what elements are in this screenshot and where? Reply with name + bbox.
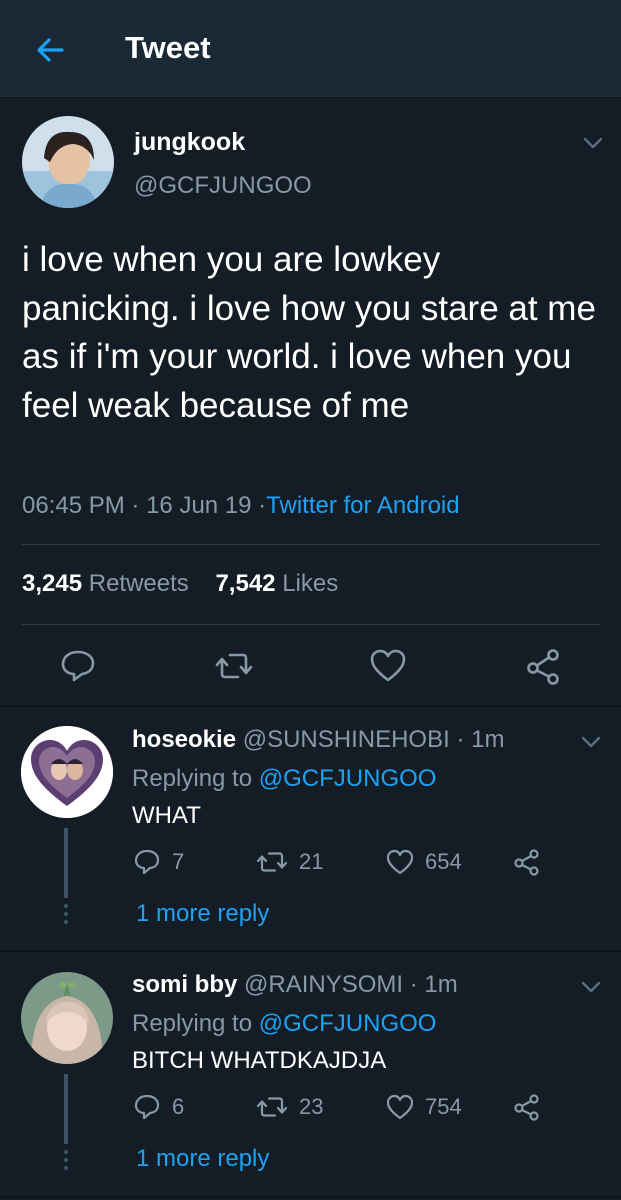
replying-to-handle[interactable]: @GCFJUNGOO — [259, 765, 437, 792]
likes-label: Likes — [282, 570, 339, 597]
thread-line — [64, 828, 68, 898]
top-bar: Tweet — [0, 0, 621, 98]
tweet-meta: 06:45 PM · 16 Jun 19 ·Twitter for Androi… — [22, 492, 460, 520]
avatar[interactable] — [22, 116, 114, 208]
like-count: 754 — [425, 1094, 462, 1119]
reply-icon[interactable] — [58, 646, 98, 686]
divider — [22, 544, 600, 545]
page-title: Tweet — [125, 30, 211, 65]
separator: · — [258, 492, 267, 519]
retweet-icon — [256, 1097, 288, 1117]
divider — [0, 705, 621, 707]
more-replies-link[interactable]: 1 more reply — [136, 900, 269, 928]
like-count: 654 — [425, 849, 462, 874]
replying-to-label: Replying to — [132, 765, 253, 792]
heart-photo-icon — [21, 726, 113, 818]
retweet-count: 23 — [299, 1094, 324, 1119]
retweet-icon[interactable] — [214, 646, 254, 686]
reply-author-handle[interactable]: @SUNSHINEHOBI — [243, 726, 450, 753]
like-action[interactable]: 754 — [385, 1092, 462, 1122]
author-handle[interactable]: @GCFJUNGOO — [134, 172, 312, 200]
tweet-stats: 3,245 Retweets 7,542 Likes — [22, 570, 338, 598]
reply-header: somi bby @RAINYSOMI · 1m — [132, 971, 458, 999]
share-icon[interactable] — [512, 1092, 542, 1122]
replying-to: Replying to @GCFJUNGOO — [132, 765, 436, 793]
replying-to: Replying to @GCFJUNGOO — [132, 1010, 436, 1038]
chevron-down-icon[interactable] — [581, 131, 605, 155]
reply-author-name[interactable]: somi bby — [132, 971, 237, 998]
chevron-down-icon[interactable] — [579, 730, 603, 754]
reply-author-name[interactable]: hoseokie — [132, 726, 236, 753]
thread-dots — [62, 1150, 70, 1174]
retweet-count: 21 — [299, 849, 324, 874]
tweet-source-link[interactable]: Twitter for Android — [266, 492, 459, 519]
reply-count: 7 — [172, 849, 185, 874]
thread-dots — [62, 904, 70, 928]
share-icon[interactable] — [512, 847, 542, 877]
heart-icon — [386, 849, 414, 875]
back-arrow-icon[interactable] — [30, 30, 70, 70]
replying-to-label: Replying to — [132, 1010, 253, 1037]
reply-count: 6 — [172, 1094, 185, 1119]
retweet-action[interactable]: 23 — [255, 1092, 323, 1122]
reply-text: WHAT — [132, 802, 201, 829]
reply-action[interactable]: 7 — [132, 847, 184, 877]
retweets-label: Retweets — [88, 570, 189, 597]
reply-icon — [134, 1094, 160, 1120]
reply-time: · 1m — [456, 726, 505, 753]
chevron-down-icon[interactable] — [579, 975, 603, 999]
reply-icon — [134, 849, 160, 875]
avatar[interactable] — [21, 726, 113, 818]
avatar-photo-icon — [21, 972, 113, 1064]
avatar[interactable] — [21, 972, 113, 1064]
separator: · — [131, 492, 140, 519]
retweet-action[interactable]: 21 — [255, 847, 323, 877]
like-action[interactable]: 654 — [385, 847, 462, 877]
reply-header: hoseokie @SUNSHINEHOBI · 1m — [132, 726, 504, 754]
likes-stat[interactable]: 7,542 Likes — [215, 570, 338, 597]
heart-icon[interactable] — [368, 646, 408, 686]
likes-count: 7,542 — [215, 570, 276, 597]
divider — [0, 950, 621, 952]
heart-icon — [386, 1094, 414, 1120]
retweet-icon — [256, 852, 288, 872]
replying-to-handle[interactable]: @GCFJUNGOO — [259, 1010, 437, 1037]
divider — [22, 624, 600, 625]
author-name[interactable]: jungkook — [134, 128, 245, 157]
thread-line — [64, 1074, 68, 1144]
tweet-text: i love when you are lowkey panicking. i … — [22, 240, 596, 425]
avatar-photo-icon — [22, 116, 114, 208]
share-icon[interactable] — [524, 646, 564, 686]
reply-time: · 1m — [409, 971, 458, 998]
reply-action[interactable]: 6 — [132, 1092, 184, 1122]
retweets-count: 3,245 — [22, 570, 83, 597]
retweets-stat[interactable]: 3,245 Retweets — [22, 570, 189, 597]
tweet-time: 06:45 PM — [22, 492, 125, 519]
tweet-date: 16 Jun 19 — [146, 492, 252, 519]
reply-text: BITCH WHATDKAJDJA — [132, 1047, 387, 1074]
divider — [0, 1196, 621, 1198]
more-replies-link[interactable]: 1 more reply — [136, 1145, 269, 1173]
reply-author-handle[interactable]: @RAINYSOMI — [244, 971, 403, 998]
